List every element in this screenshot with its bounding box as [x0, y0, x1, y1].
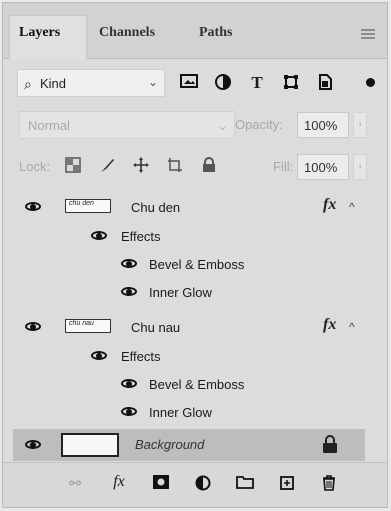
layer-name[interactable]: Chu den: [131, 200, 180, 215]
effect-label: Bevel & Emboss: [149, 377, 245, 392]
folder-icon[interactable]: [235, 475, 255, 495]
blend-mode-value: Normal: [28, 118, 70, 133]
fill-label: Fill:: [273, 159, 294, 174]
background-layer-row[interactable]: Background: [13, 429, 365, 461]
search-icon: ⌕: [24, 76, 32, 92]
lock-all-icon[interactable]: [199, 157, 219, 177]
opacity-dropdown-icon[interactable]: ›: [353, 112, 367, 138]
fx-icon[interactable]: fx: [323, 196, 336, 214]
fx-icon[interactable]: fx: [323, 316, 336, 334]
chevron-up-icon[interactable]: ^: [349, 320, 355, 334]
image-filter-icon[interactable]: [179, 73, 199, 93]
adjustment-icon[interactable]: [193, 475, 213, 495]
effects-row[interactable]: Effects: [13, 221, 363, 249]
fx-icon[interactable]: fx: [109, 473, 129, 493]
new-layer-icon[interactable]: [277, 475, 297, 495]
layer-row[interactable]: chu nau Chu nau fx ^: [13, 313, 363, 341]
tab-layers[interactable]: Layers: [19, 25, 60, 41]
trash-icon[interactable]: [319, 475, 339, 495]
layer-thumbnail: chu den: [65, 199, 111, 213]
layer-row[interactable]: chu den Chu den fx ^: [13, 193, 363, 221]
opacity-input[interactable]: 100%: [297, 112, 349, 138]
blend-mode-select[interactable]: Normal ⌄: [19, 111, 235, 139]
blend-row: Normal ⌄ Opacity: 100% ›: [11, 111, 379, 141]
panel-menu-icon[interactable]: [361, 29, 375, 41]
layer-thumbnail: [61, 433, 119, 457]
effects-row[interactable]: Effects: [13, 341, 363, 369]
filter-row: ⌕ Kind ⌄ T: [11, 69, 379, 99]
effect-row[interactable]: Inner Glow: [13, 397, 363, 425]
lock-label: Lock:: [19, 159, 51, 174]
fill-dropdown-icon[interactable]: ›: [353, 154, 367, 180]
effects-label: Effects: [121, 349, 161, 364]
tab-channels[interactable]: Channels: [99, 25, 155, 41]
visibility-eye-icon[interactable]: [25, 439, 43, 451]
effect-row[interactable]: Bevel & Emboss: [13, 249, 363, 277]
effect-row[interactable]: Inner Glow: [13, 277, 363, 305]
mask-icon[interactable]: [151, 475, 171, 495]
smart-object-filter-icon[interactable]: [315, 73, 335, 93]
visibility-eye-icon[interactable]: [121, 286, 139, 298]
lock-icon: [323, 435, 337, 453]
layer-thumbnail: chu nau: [65, 319, 111, 333]
tab-paths[interactable]: Paths: [199, 25, 232, 41]
opacity-label: Opacity:: [235, 117, 283, 132]
link-icon[interactable]: ⚯: [65, 475, 85, 495]
effect-label: Inner Glow: [149, 285, 212, 300]
chevron-down-icon: ⌄: [217, 118, 228, 133]
visibility-eye-icon[interactable]: [25, 321, 43, 333]
effects-label: Effects: [121, 229, 161, 244]
opacity-value: 100%: [304, 118, 338, 133]
kind-filter-select[interactable]: ⌕ Kind ⌄: [17, 69, 165, 97]
lock-transparent-pixels-icon[interactable]: [63, 157, 83, 177]
fill-input[interactable]: 100%: [297, 154, 349, 180]
visibility-eye-icon[interactable]: [25, 201, 43, 213]
fill-value: 100%: [304, 160, 338, 175]
visibility-eye-icon[interactable]: [121, 378, 139, 390]
chevron-up-icon[interactable]: ^: [349, 200, 355, 214]
lock-row: Lock: Fill: 100% ›: [11, 153, 379, 183]
visibility-eye-icon[interactable]: [121, 258, 139, 270]
lock-image-pixels-icon[interactable]: [97, 157, 117, 177]
effect-label: Bevel & Emboss: [149, 257, 245, 272]
layer-name[interactable]: Chu nau: [131, 320, 180, 335]
shape-filter-icon[interactable]: [281, 73, 301, 93]
lock-position-icon[interactable]: [131, 157, 151, 177]
layers-panel: Layers Channels Paths ⌕ Kind ⌄ T Normal …: [2, 2, 388, 508]
visibility-eye-icon[interactable]: [121, 406, 139, 418]
chevron-down-icon: ⌄: [147, 75, 158, 89]
type-filter-icon[interactable]: T: [247, 73, 267, 93]
effect-row[interactable]: Bevel & Emboss: [13, 369, 363, 397]
visibility-eye-icon[interactable]: [91, 230, 109, 242]
adjustment-filter-icon[interactable]: [213, 73, 233, 93]
layer-name[interactable]: Background: [135, 437, 204, 452]
kind-filter-label: Kind: [40, 76, 67, 91]
visibility-eye-icon[interactable]: [91, 350, 109, 362]
layers-bottom-toolbar: ⚯ fx: [3, 462, 387, 507]
lock-artboard-icon[interactable]: [165, 157, 185, 177]
effect-label: Inner Glow: [149, 405, 212, 420]
tab-bar: Layers Channels Paths: [3, 3, 387, 59]
filter-toggle-icon[interactable]: [366, 78, 375, 87]
